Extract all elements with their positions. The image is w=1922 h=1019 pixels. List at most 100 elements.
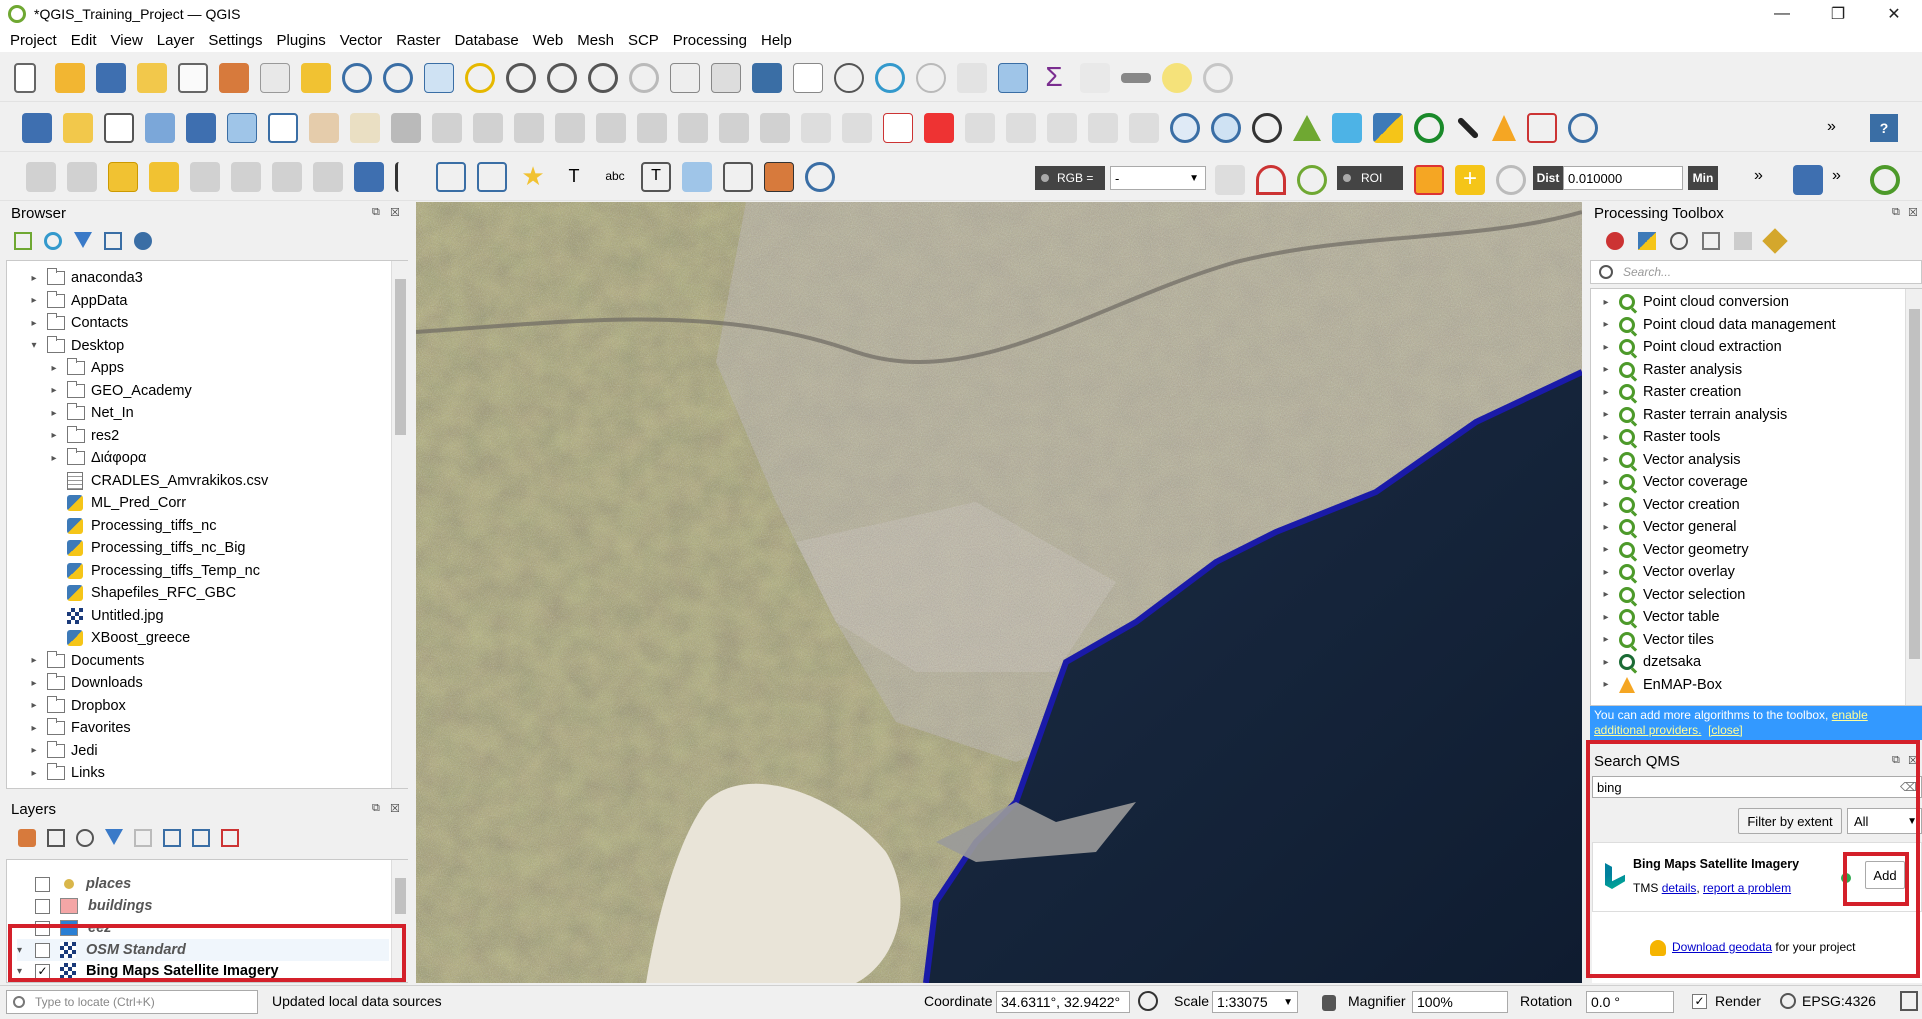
dist-input[interactable]: 0.010000	[1563, 166, 1683, 190]
toolbox-scroll-thumb[interactable]	[1909, 309, 1920, 659]
enmap-icon[interactable]	[1492, 115, 1516, 141]
coordinate-input[interactable]: 34.6311°, 32.9422°	[996, 991, 1130, 1013]
measure-icon[interactable]	[1121, 73, 1151, 83]
toolbox-item[interactable]: ▸ Vector table	[1599, 606, 1720, 628]
menu-processing[interactable]: Processing	[673, 32, 747, 49]
lock-scale-icon[interactable]	[1322, 995, 1336, 1011]
layer-expand-arrow-icon[interactable]: ▾	[17, 945, 31, 956]
select-features-icon[interactable]	[26, 162, 56, 192]
edit-features-in-place-icon[interactable]	[1734, 232, 1752, 250]
layer-item[interactable]: eez	[17, 917, 111, 939]
diagram-options-icon[interactable]	[842, 113, 872, 143]
history-icon[interactable]	[1670, 232, 1688, 250]
add-qms-button[interactable]: Add	[1865, 861, 1905, 889]
collapsed-arrow-icon[interactable]: ▸	[1599, 567, 1613, 578]
annotation-star-icon[interactable]: ★	[518, 162, 548, 192]
collapsed-arrow-icon[interactable]: ▸	[27, 768, 41, 779]
browser-item[interactable]: XBoost_greece	[47, 627, 190, 649]
browser-item[interactable]: Processing_tiffs_nc	[47, 515, 216, 537]
data-source-manager-icon[interactable]	[22, 113, 52, 143]
layer-visibility-checkbox[interactable]	[35, 898, 50, 914]
browser-item[interactable]: Processing_tiffs_Temp_nc	[47, 560, 260, 582]
network-icon[interactable]	[1568, 113, 1598, 143]
scp-roi-icon[interactable]	[1414, 165, 1444, 195]
collapsed-arrow-icon[interactable]: ▸	[1599, 522, 1613, 533]
toolbox-item[interactable]: ▸ Vector analysis	[1599, 449, 1741, 471]
zoom-to-layer-icon[interactable]	[506, 63, 536, 93]
highlight-pinned-labels-icon[interactable]	[924, 113, 954, 143]
menu-settings[interactable]: Settings	[208, 32, 262, 49]
filter-by-extent-button[interactable]: Filter by extent	[1738, 808, 1842, 834]
qgis-search-icon[interactable]	[1414, 113, 1444, 143]
layer-item[interactable]: buildings	[17, 895, 152, 917]
annotation-line-icon[interactable]	[477, 162, 507, 192]
close-button[interactable]: ✕	[1866, 0, 1922, 28]
clear-search-icon[interactable]: ⌫	[1900, 780, 1917, 794]
add-wms-icon[interactable]	[227, 113, 257, 143]
new-map-view-icon[interactable]	[670, 63, 700, 93]
browser-item[interactable]: Untitled.jpg	[47, 605, 164, 627]
collapsed-arrow-icon[interactable]: ▸	[1599, 499, 1613, 510]
collapsed-arrow-icon[interactable]: ▸	[1599, 544, 1613, 555]
delete-selected-icon[interactable]	[555, 113, 585, 143]
collapsed-arrow-icon[interactable]: ▸	[47, 363, 61, 374]
browser-item[interactable]: ▸ Net_In	[47, 402, 134, 424]
browser-item[interactable]: ML_Pred_Corr	[47, 492, 186, 514]
models-icon[interactable]	[1606, 232, 1624, 250]
show-bookmarks-icon[interactable]	[793, 63, 823, 93]
toolbox-item[interactable]: ▸ EnMAP-Box	[1599, 674, 1722, 696]
collapsed-arrow-icon[interactable]: ▸	[27, 700, 41, 711]
toolbar3-overflow-icon[interactable]: »	[1754, 167, 1763, 185]
new-3d-view-icon[interactable]	[711, 63, 741, 93]
select-cursor-icon[interactable]	[1527, 113, 1557, 143]
save-edits-icon[interactable]	[391, 113, 421, 143]
collapsed-arrow-icon[interactable]: ▸	[1599, 634, 1613, 645]
browser-item[interactable]: ▸ GEO_Academy	[47, 380, 192, 402]
split-features-icon[interactable]	[272, 162, 302, 192]
pan-to-selection-icon[interactable]	[301, 63, 331, 93]
current-edits-icon[interactable]	[350, 113, 380, 143]
collapsed-arrow-icon[interactable]: ▸	[47, 430, 61, 441]
processing-toolbox-icon[interactable]	[998, 63, 1028, 93]
collapsed-arrow-icon[interactable]: ▸	[1599, 409, 1613, 420]
pan-map-icon[interactable]	[260, 63, 290, 93]
collapsed-arrow-icon[interactable]: ▸	[1599, 589, 1613, 600]
toolbox-search[interactable]: Search...	[1590, 260, 1922, 284]
crs-button[interactable]: EPSG:4326	[1780, 993, 1876, 1009]
scale-input[interactable]: 1:33075 ▼	[1212, 991, 1298, 1013]
manage-visibility-icon[interactable]	[76, 829, 94, 847]
scp-arc-icon[interactable]	[1256, 165, 1286, 195]
add-group-icon[interactable]	[47, 829, 65, 847]
shape-digitize-icon[interactable]	[190, 162, 220, 192]
layer-item[interactable]: ▾ OSM Standard	[17, 939, 389, 961]
menu-web[interactable]: Web	[533, 32, 564, 49]
toolbox-item[interactable]: ▸ Vector selection	[1599, 584, 1745, 606]
toolbox-item[interactable]: ▸ Vector general	[1599, 516, 1737, 538]
new-print-layout-icon[interactable]	[137, 63, 167, 93]
menu-project[interactable]: Project	[10, 32, 57, 49]
zoom-last-icon[interactable]	[588, 63, 618, 93]
open-project-icon[interactable]	[55, 63, 85, 93]
zoom-full-icon[interactable]	[424, 63, 454, 93]
digitize-icon[interactable]	[432, 113, 462, 143]
browser-item[interactable]: ▸ Apps	[47, 357, 124, 379]
browser-item[interactable]: ▸ Contacts	[27, 312, 128, 334]
rgb-select[interactable]: - ▼	[1110, 166, 1206, 190]
scp-spectral-icon[interactable]	[1215, 165, 1245, 195]
collapse-all-layers-icon[interactable]	[192, 829, 210, 847]
locate-search-icon[interactable]	[1870, 165, 1900, 195]
collapsed-arrow-icon[interactable]: ▸	[47, 385, 61, 396]
zoom-in-icon[interactable]	[342, 63, 372, 93]
locator-input[interactable]: Type to locate (Ctrl+K)	[6, 990, 258, 1014]
map-canvas[interactable]	[416, 202, 1582, 983]
redo-icon[interactable]	[760, 113, 790, 143]
browser-item[interactable]: ▸ Jedi	[27, 740, 98, 762]
annotation-text-line-icon[interactable]: abc	[600, 162, 630, 192]
collapsed-arrow-icon[interactable]: ▸	[47, 453, 61, 464]
extents-toggle-icon[interactable]	[1138, 991, 1158, 1011]
layers-scroll-thumb[interactable]	[395, 878, 406, 914]
rotate-label-icon[interactable]	[1088, 113, 1118, 143]
style-manager-icon[interactable]	[219, 63, 249, 93]
pin-label-icon[interactable]	[965, 113, 995, 143]
add-raster-icon[interactable]	[145, 113, 175, 143]
